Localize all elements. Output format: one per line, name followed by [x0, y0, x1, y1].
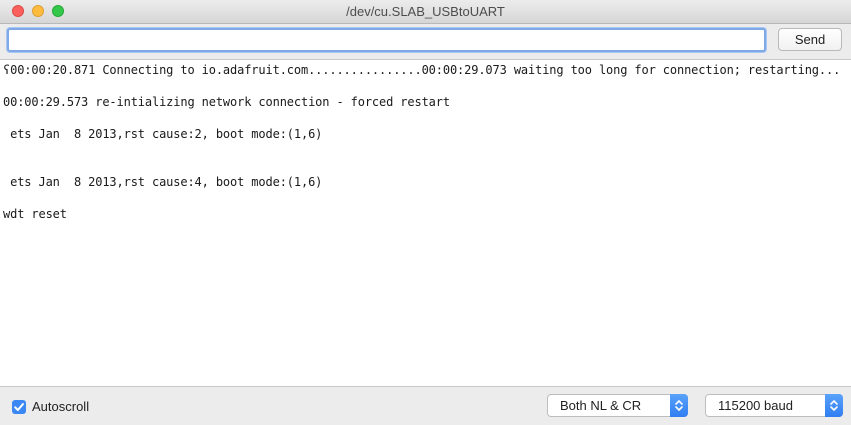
console-line: ets Jan 8 2013,rst cause:4, boot mode:(1…	[3, 175, 323, 189]
status-bar: Autoscroll Both NL & CR 115200 baud	[0, 386, 851, 425]
autoscroll-label: Autoscroll	[32, 399, 90, 414]
console-line: wdt reset	[3, 207, 67, 221]
line-ending-dropdown-arrow	[670, 394, 688, 417]
serial-send-input[interactable]	[7, 28, 766, 52]
send-toolbar: Send	[0, 24, 851, 60]
send-button[interactable]: Send	[778, 28, 842, 51]
line-ending-select[interactable]: Both NL & CR	[547, 394, 688, 417]
console-line: ets Jan 8 2013,rst cause:2, boot mode:(1…	[3, 127, 323, 141]
serial-output-console[interactable]: ʕ00:00:20.871 Connecting to io.adafruit.…	[0, 61, 851, 386]
checkmark-icon	[14, 403, 24, 411]
up-down-arrows-icon	[830, 400, 838, 411]
console-line: ʕ00:00:20.871 Connecting to io.adafruit.…	[3, 63, 841, 77]
baud-rate-value: 115200 baud	[718, 398, 793, 413]
up-down-arrows-icon	[675, 400, 683, 411]
baud-rate-select[interactable]: 115200 baud	[705, 394, 843, 417]
line-ending-value: Both NL & CR	[560, 398, 642, 413]
autoscroll-checkbox[interactable]	[12, 400, 26, 414]
console-line: 00:00:29.573 re-intializing network conn…	[3, 95, 450, 109]
title-bar: /dev/cu.SLAB_USBtoUART	[0, 0, 851, 24]
window-title: /dev/cu.SLAB_USBtoUART	[346, 4, 505, 19]
baud-rate-dropdown-arrow	[825, 394, 843, 417]
